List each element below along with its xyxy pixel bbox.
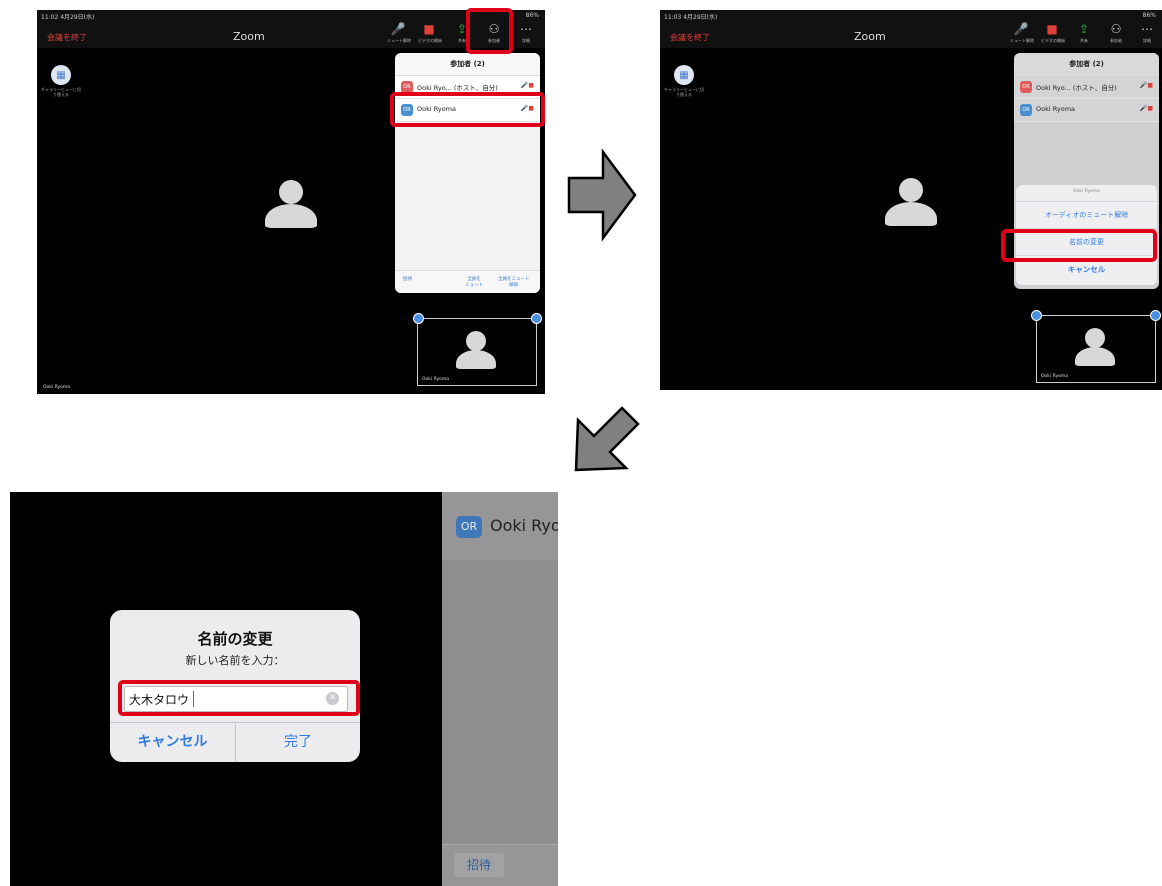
invite-button[interactable]: 招待	[454, 853, 504, 877]
thumbnail-avatar	[1075, 328, 1115, 366]
unmute-button[interactable]: 🎤 ミュート解除	[1010, 22, 1034, 44]
more-icon: ⋯	[520, 22, 532, 36]
more-button[interactable]: ⋯ 詳細	[1136, 22, 1158, 44]
mic-video-off-icon: 🎤■	[1139, 82, 1153, 89]
screenshot-2: 11:03 4月29日(水) 86% 会議を終了 Zoom 🎤 ミュート解除 ■ ビ…	[660, 10, 1162, 390]
participants-button[interactable]: ⚇ 参加者	[1105, 22, 1127, 44]
share-button[interactable]: ⇪ 共有	[1073, 22, 1095, 44]
mute-all-button[interactable]: 全員を ミュート	[465, 277, 483, 289]
video-off-icon: ■	[1046, 22, 1058, 36]
self-name-label: Ooki Ryoma	[1041, 374, 1069, 379]
status-battery: 86%	[1142, 12, 1156, 19]
participants-header: 参加者 (2)	[395, 53, 540, 76]
resize-handle-icon[interactable]	[1150, 310, 1161, 321]
highlight-participants-button	[466, 8, 513, 54]
participants-panel: 参加者 (2) OR Ooki Ryo... (ホスト、自分) 🎤■ OR Oo…	[395, 53, 540, 293]
invite-button[interactable]: 招待	[403, 277, 412, 283]
start-video-button[interactable]: ■ ビデオの開始	[1041, 22, 1065, 44]
status-time: 11:02 4月29日(水)	[41, 14, 95, 21]
resize-handle-icon[interactable]	[1031, 310, 1042, 321]
done-button[interactable]: 完了	[236, 723, 360, 762]
mic-video-off-icon: 🎤■	[520, 82, 534, 89]
arrow-down-left-icon	[574, 406, 640, 472]
screenshot-1: 11:02 4月29日(水) 86% 会議を終了 Zoom 🎤 ミュート解除 ■ ビ…	[37, 10, 545, 394]
participants-header: 参加者 (2)	[1014, 53, 1159, 76]
grid-icon: ▦	[674, 65, 694, 85]
side-participant-row: OR Ooki Ryoma	[442, 492, 558, 560]
highlight-name-input	[118, 680, 360, 716]
status-battery: 86%	[525, 12, 539, 19]
grid-icon: ▦	[51, 65, 71, 85]
top-bar: 11:03 4月29日(水) 86% 会議を終了 Zoom 🎤 ミュート解除 ■ ビ…	[660, 10, 1162, 48]
unmute-button[interactable]: 🎤 ミュート解除	[387, 22, 411, 44]
participant-name: Ooki Ryoma	[490, 516, 558, 535]
action-sheet-title: Ooki Ryoma	[1072, 189, 1101, 194]
participant-row[interactable]: OR Ooki Ryo... (ホスト、自分) 🎤■	[1014, 76, 1159, 99]
leave-meeting-button[interactable]: 会議を終了	[670, 32, 710, 43]
self-name-label: Ooki Ryoma	[422, 377, 450, 382]
leave-meeting-button[interactable]: 会議を終了	[47, 32, 87, 43]
participants-footer: 招待 全員を ミュート 全員をミュート 解除	[395, 270, 540, 293]
resize-handle-icon[interactable]	[531, 313, 542, 324]
mic-muted-icon: 🎤	[390, 22, 406, 36]
self-video-thumbnail[interactable]: Ooki Ryoma	[417, 318, 537, 386]
side-footer: 招待	[442, 844, 558, 886]
cancel-button[interactable]: キャンセル	[110, 723, 235, 762]
unmute-audio-option[interactable]: オーディオのミュート解除	[1016, 201, 1157, 228]
dialog-subtitle: 新しい名前を入力：	[185, 654, 285, 667]
mic-video-off-icon: 🎤■	[1139, 105, 1153, 112]
self-video-thumbnail[interactable]: Ooki Ryoma	[1036, 315, 1156, 383]
meeting-title: Zoom	[854, 30, 886, 43]
resize-handle-icon[interactable]	[413, 313, 424, 324]
participants-icon: ⚇	[1110, 22, 1122, 36]
start-video-button[interactable]: ■ ビデオの開始	[418, 22, 442, 44]
thumbnail-avatar	[456, 331, 496, 369]
dialog-title: 名前の変更	[197, 630, 273, 648]
more-icon: ⋯	[1141, 22, 1153, 36]
mic-muted-icon: 🎤	[1013, 22, 1029, 36]
share-icon: ⇪	[1078, 22, 1090, 36]
gallery-view-button[interactable]: ▦ ギャラリービューに切り替える	[664, 65, 704, 97]
highlight-rename-option	[1001, 229, 1157, 262]
status-time: 11:03 4月29日(水)	[664, 14, 718, 21]
participant-row[interactable]: OR Ooki Ryoma 🎤■	[1014, 99, 1159, 122]
main-avatar	[885, 178, 937, 226]
more-button[interactable]: ⋯ 詳細	[515, 22, 537, 44]
main-avatar	[265, 180, 317, 228]
gallery-view-button[interactable]: ▦ ギャラリービューに切り替える	[41, 65, 81, 97]
active-speaker-label: Ooki Ryoma	[43, 385, 71, 390]
unmute-all-button[interactable]: 全員をミュート 解除	[498, 277, 530, 289]
arrow-right-icon	[567, 148, 637, 242]
participant-badge: OR	[456, 516, 482, 538]
highlight-participant-row	[390, 92, 545, 127]
side-panel: OR Ooki Ryoma 招待	[442, 492, 558, 886]
video-off-icon: ■	[423, 22, 435, 36]
meeting-title: Zoom	[233, 30, 265, 43]
